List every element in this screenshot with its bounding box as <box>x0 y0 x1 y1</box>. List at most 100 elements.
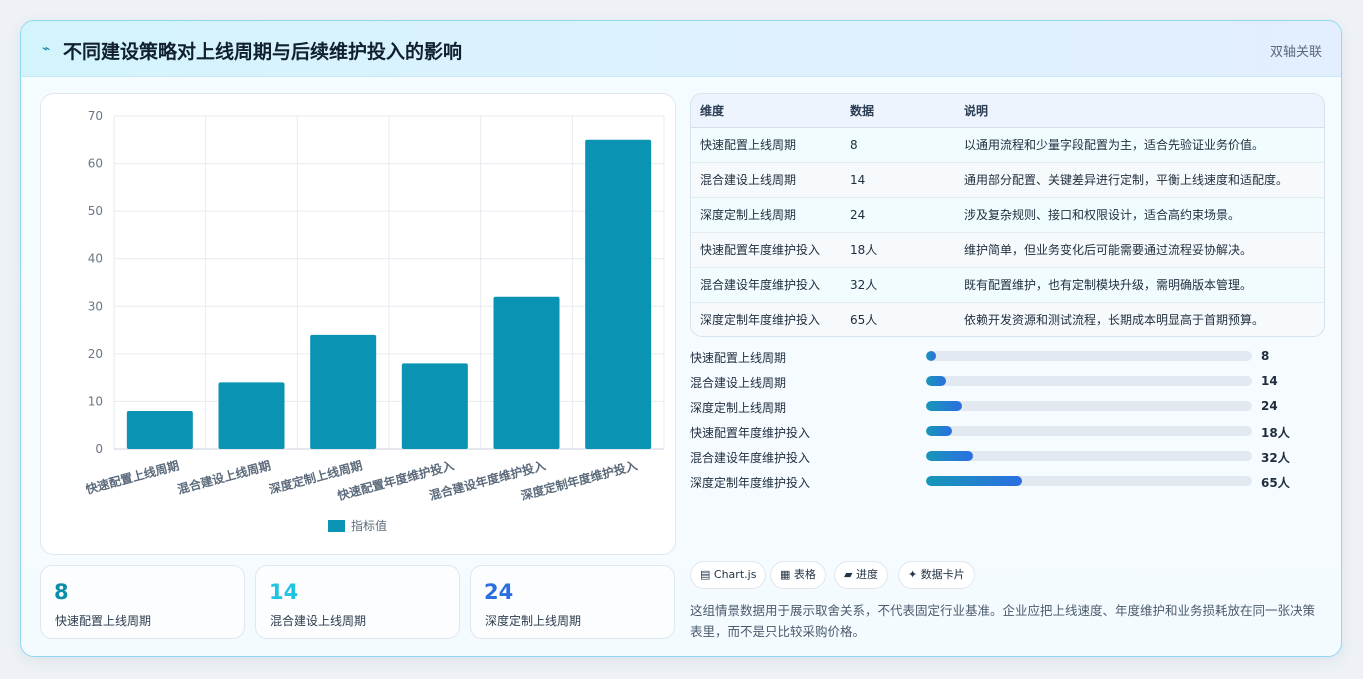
bar <box>218 382 285 449</box>
bar-chart: 010203040506070快速配置上线周期混合建设上线周期深度定制上线周期快… <box>84 109 665 533</box>
progress-row: 混合建设年度维护投入 32人 <box>690 447 1330 467</box>
tag-data-card[interactable]: ✦ 数据卡片 <box>898 561 975 589</box>
bar <box>310 334 377 449</box>
progress-value: 8 <box>1261 349 1270 363</box>
progress-label: 混合建设上线周期 <box>690 376 787 390</box>
table-header-description: 说明 <box>955 94 1324 128</box>
kpi-card: 14 混合建设上线周期 <box>255 565 460 639</box>
table-cell: 14 <box>841 162 955 198</box>
kpi-card: 8 快速配置上线周期 <box>40 565 245 639</box>
progress-track <box>926 451 1252 461</box>
table-cell: 混合建设年度维护投入 <box>691 267 841 303</box>
bar <box>585 139 652 449</box>
y-tick-label: 20 <box>88 347 103 361</box>
progress-value: 32人 <box>1261 451 1290 465</box>
table-row: 深度定制年度维护投入 65人 依赖开发资源和测试流程，长期成本明显高于首期预算。 <box>691 302 1324 336</box>
legend-swatch <box>328 520 345 532</box>
progress-icon: ▰ <box>844 568 853 581</box>
table-cell: 通用部分配置、关键差异进行定制，平衡上线速度和适配度。 <box>955 162 1324 198</box>
progress-track <box>926 376 1252 386</box>
progress-label: 深度定制年度维护投入 <box>690 476 811 490</box>
x-tick-label: 混合建设上线周期 <box>176 457 273 496</box>
kpi-card: 24 深度定制上线周期 <box>470 565 675 639</box>
kpi-label: 快速配置上线周期 <box>55 614 152 628</box>
table-cell: 32人 <box>841 267 955 303</box>
data-table-panel: 维度 数据 说明 快速配置上线周期 8 以通用流程和少量字段配置为主，适合先验证… <box>690 93 1325 337</box>
tag-label: Chart.js <box>713 568 757 581</box>
mode-badge[interactable]: 双轴关联 <box>1270 41 1322 60</box>
table-cell: 8 <box>841 127 955 163</box>
table-cell: 涉及复杂规则、接口和权限设计，适合高约束场景。 <box>955 197 1324 233</box>
sparkle-icon: ✦ <box>908 568 918 581</box>
progress-track <box>926 476 1252 486</box>
progress-track <box>926 401 1252 411</box>
bar <box>126 410 193 449</box>
progress-fill <box>926 401 962 411</box>
y-tick-label: 50 <box>88 204 103 218</box>
table-cell: 以通用流程和少量字段配置为主，适合先验证业务价值。 <box>955 127 1324 163</box>
kpi-label: 混合建设上线周期 <box>270 614 367 628</box>
table-cell: 混合建设上线周期 <box>691 162 841 198</box>
table-cell: 24 <box>841 197 955 233</box>
dashboard-card: ⌁ 不同建设策略对上线周期与后续维护投入的影响 双轴关联 0 10 20 30 40 50… <box>20 20 1342 657</box>
tag-label: 表格 <box>793 568 816 581</box>
progress-row: 快速配置年度维护投入 18人 <box>690 422 1330 442</box>
progress-label: 快速配置上线周期 <box>690 351 787 365</box>
progress-fill <box>926 426 953 436</box>
progress-label: 混合建设年度维护投入 <box>690 451 811 465</box>
progress-fill <box>926 451 974 461</box>
table-row: 快速配置年度维护投入 18人 维护简单，但业务变化后可能需要通过流程妥协解决。 <box>691 232 1324 268</box>
bar <box>493 296 560 449</box>
tag-table[interactable]: ▦ 表格 <box>770 561 826 589</box>
footnote: 这组情景数据用于展示取舍关系，不代表固定行业基准。企业应把上线速度、年度维护和业… <box>690 603 1316 639</box>
kpi-value: 24 <box>484 580 514 604</box>
kpi-value: 14 <box>269 580 299 604</box>
progress-row: 深度定制年度维护投入 65人 <box>690 472 1330 492</box>
table-row: 混合建设年度维护投入 32人 既有配置维护，也有定制模块升级，需明确版本管理。 <box>691 267 1324 303</box>
y-tick-label: 70 <box>88 109 103 123</box>
data-table: 维度 数据 说明 快速配置上线周期 8 以通用流程和少量字段配置为主，适合先验证… <box>691 94 1324 336</box>
tag-label: 进度 <box>855 568 878 581</box>
progress-fill <box>926 351 936 361</box>
table-header-dimension: 维度 <box>691 94 841 128</box>
y-tick-label: 60 <box>88 157 103 171</box>
progress-label: 深度定制上线周期 <box>690 401 787 415</box>
table-cell: 65人 <box>841 302 955 336</box>
table-cell: 快速配置上线周期 <box>691 127 841 163</box>
progress-value: 24 <box>1261 399 1278 413</box>
kpi-label: 深度定制上线周期 <box>485 614 582 628</box>
progress-fill <box>926 476 1023 486</box>
progress-track <box>926 351 1252 361</box>
table-cell: 依赖开发资源和测试流程，长期成本明显高于首期预算。 <box>955 302 1324 336</box>
legend-label: 指标值 <box>351 518 387 533</box>
progress-value: 18人 <box>1261 426 1290 440</box>
progress-row: 快速配置上线周期 8 <box>690 347 1330 367</box>
page-title: 不同建设策略对上线周期与后续维护投入的影响 <box>63 41 463 63</box>
chart-line-icon: ⌁ <box>42 41 51 57</box>
table-row: 快速配置上线周期 8 以通用流程和少量字段配置为主，适合先验证业务价值。 <box>691 127 1324 163</box>
table-header-data: 数据 <box>841 94 955 128</box>
y-tick-label: 30 <box>88 299 103 313</box>
tag-progress[interactable]: ▰ 进度 <box>834 561 888 589</box>
table-cell: 深度定制上线周期 <box>691 197 841 233</box>
bar <box>401 363 468 449</box>
progress-track <box>926 426 1252 436</box>
tag-label: 数据卡片 <box>920 568 965 581</box>
progress-fill <box>926 376 946 386</box>
x-tick-label: 快速配置上线周期 <box>84 457 181 496</box>
table-icon: ▦ <box>780 568 791 581</box>
y-tick-label: 10 <box>88 394 103 408</box>
progress-value: 65人 <box>1261 476 1290 490</box>
y-tick-label: 40 <box>88 252 103 266</box>
table-cell: 深度定制年度维护投入 <box>691 302 841 336</box>
table-cell: 快速配置年度维护投入 <box>691 232 841 268</box>
header-bar: ⌁ 不同建设策略对上线周期与后续维护投入的影响 双轴关联 <box>21 21 1341 77</box>
tag-chartjs[interactable]: ▤ Chart.js <box>690 561 767 589</box>
table-cell: 维护简单，但业务变化后可能需要通过流程妥协解决。 <box>955 232 1324 268</box>
bar-chart-panel: 0 10 20 30 40 50 60 70 快速配置上线周期 混合建设上线周期 深度定制上线周期快… <box>40 93 676 555</box>
table-row: 深度定制上线周期 24 涉及复杂规则、接口和权限设计，适合高约束场景。 <box>691 197 1324 233</box>
table-cell: 既有配置维护，也有定制模块升级，需明确版本管理。 <box>955 267 1324 303</box>
chart-icon: ▤ <box>700 568 711 581</box>
progress-label: 快速配置年度维护投入 <box>690 426 811 440</box>
y-tick-label: 0 <box>95 442 103 456</box>
